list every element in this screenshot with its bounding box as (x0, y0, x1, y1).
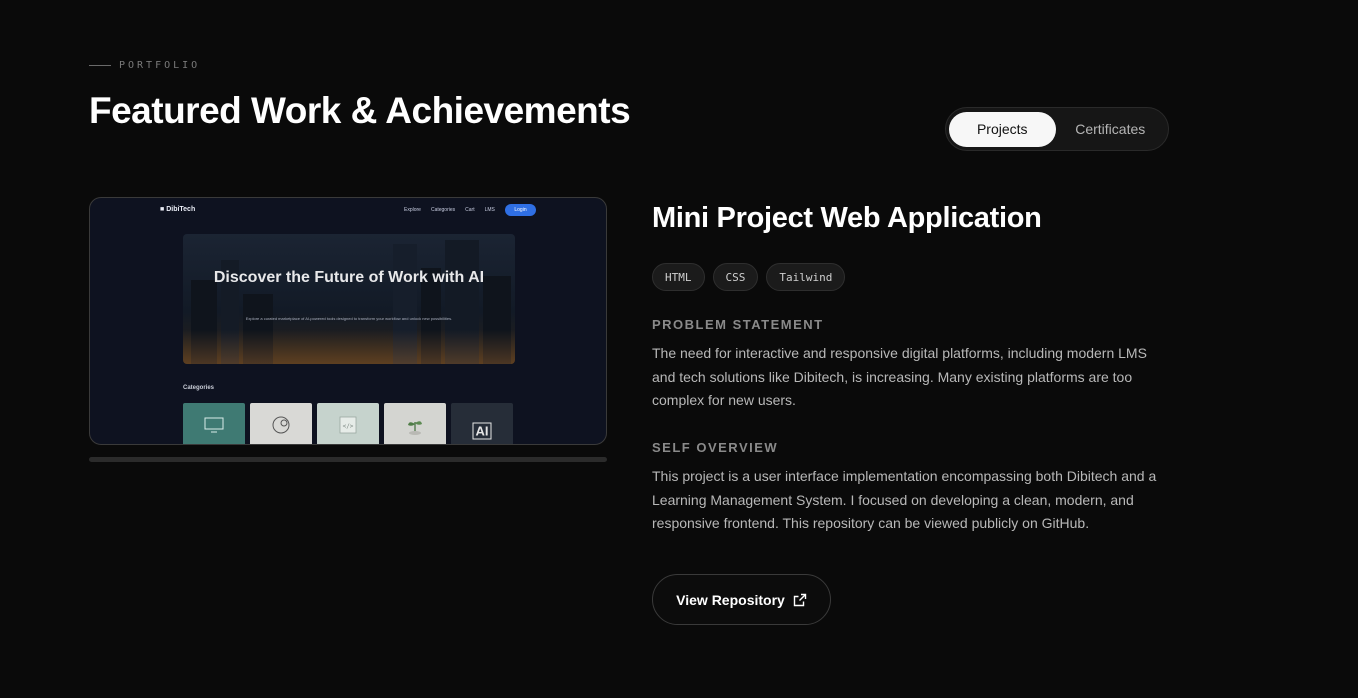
portfolio-toggle: Projects Certificates (945, 107, 1169, 151)
tab-certificates[interactable]: Certificates (1056, 112, 1166, 147)
svg-text:</>: </> (343, 423, 354, 430)
mock-category-tile: AI (451, 403, 513, 444)
mock-login-button: Login (505, 204, 536, 216)
ai-chip-icon: AI (472, 422, 492, 440)
mock-hero-title: Discover the Future of Work with AI (213, 269, 485, 286)
view-repository-label: View Repository (676, 591, 785, 608)
self-overview-label: SELF OVERVIEW (652, 440, 779, 455)
mock-categories-heading: Categories (183, 385, 215, 391)
mock-logo: ■ DibiTech (160, 206, 196, 213)
design-icon (272, 416, 290, 434)
external-link-icon (793, 593, 807, 606)
mock-hero-banner: Discover the Future of Work with AI Expl… (183, 234, 515, 364)
carousel-scrollbar[interactable] (89, 457, 607, 462)
problem-statement-label: PROBLEM STATEMENT (652, 317, 824, 332)
tech-tags: HTML CSS Tailwind (652, 263, 846, 291)
mock-nav-link: Cart (465, 207, 475, 213)
tag-html: HTML (652, 263, 705, 291)
project-preview-image[interactable]: ■ DibiTech Explore Categories Cart LMS L… (89, 197, 607, 445)
tag-tailwind: Tailwind (766, 263, 846, 291)
mock-nav-link: Explore (404, 207, 421, 213)
section-eyebrow: PORTFOLIO (89, 60, 200, 71)
project-title: Mini Project Web Application (652, 202, 1042, 234)
view-repository-button[interactable]: View Repository (652, 574, 831, 625)
mock-navbar: ■ DibiTech Explore Categories Cart LMS L… (90, 198, 606, 222)
code-icon: </> (339, 416, 357, 434)
mock-category-tile (250, 403, 312, 444)
page-title: Featured Work & Achievements (89, 90, 631, 131)
monitor-icon (204, 417, 224, 433)
eyebrow-rule (89, 65, 111, 66)
tab-projects[interactable]: Projects (949, 111, 1056, 147)
self-overview-text: This project is a user interface impleme… (652, 468, 1157, 531)
mock-nav-link: Categories (430, 207, 456, 213)
plant-icon (408, 421, 422, 435)
mock-hero-subtitle: Explore a curated marketplace of AI-powe… (245, 316, 453, 321)
tag-css: CSS (712, 263, 759, 291)
mock-category-tile (384, 403, 446, 444)
mock-nav-links: Explore Categories Cart LMS (404, 207, 495, 213)
mock-nav-link: LMS (484, 207, 495, 213)
eyebrow-label: PORTFOLIO (119, 60, 201, 71)
mock-category-tile: </> (317, 403, 379, 444)
problem-statement-text: The need for interactive and responsive … (652, 345, 1147, 408)
mock-category-tile (183, 403, 245, 444)
